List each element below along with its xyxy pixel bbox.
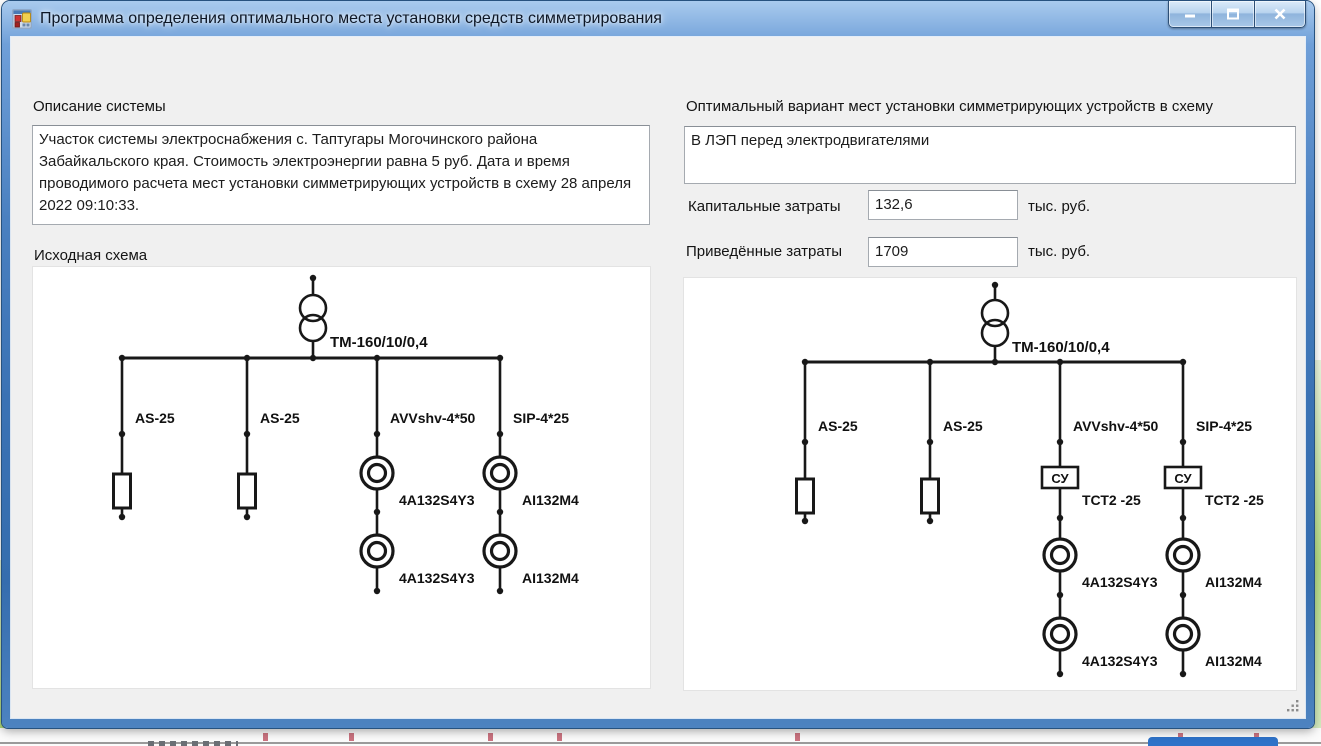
- background-red-mark: [795, 733, 800, 741]
- motor-label: AI132M4: [1205, 653, 1262, 669]
- app-icon: [12, 9, 32, 29]
- cable-label: SIP-4*25: [513, 410, 569, 426]
- reduced-costs-input[interactable]: 1709: [868, 237, 1018, 267]
- cable-label: AS-25: [135, 410, 175, 426]
- transformer-label: ТМ-160/10/0,4: [330, 334, 428, 351]
- branch-line-4: [1165, 362, 1201, 677]
- background-red-mark: [263, 733, 268, 741]
- cable-label: AS-25: [943, 418, 983, 434]
- branch-line-2: [922, 362, 939, 524]
- branch-line-3: [361, 358, 393, 594]
- close-icon: [1273, 7, 1287, 21]
- motor-label: AI132M4: [1205, 574, 1262, 590]
- motor-label: 4A132S4Y3: [399, 570, 475, 586]
- branch-line-2: [239, 358, 256, 520]
- maximize-icon: [1226, 7, 1240, 21]
- su-box-label: СУ: [1051, 471, 1069, 486]
- motor-label: 4A132S4Y3: [1082, 574, 1158, 590]
- su-device-label: ТСТ2 -25: [1205, 492, 1264, 508]
- app-window: Программа определения оптимального места…: [2, 1, 1314, 728]
- source-scheme-label: Исходная схема: [34, 247, 147, 264]
- branch-line-1: [797, 362, 814, 524]
- close-button[interactable]: [1255, 1, 1306, 28]
- capital-costs-unit: тыс. руб.: [1028, 198, 1090, 215]
- optimal-scheme-panel: ТМ-160/10/0,4 AS-25: [684, 278, 1296, 690]
- transformer-symbol: [300, 275, 326, 358]
- source-scheme-diagram: ТМ-160/10/0,4 AS-25: [33, 267, 650, 688]
- caption-buttons: [1168, 1, 1306, 28]
- branch-line-3: [1042, 362, 1078, 677]
- optimal-scheme-diagram: ТМ-160/10/0,4 AS-25: [684, 278, 1296, 690]
- branch-line-4: [484, 358, 516, 594]
- maximize-button[interactable]: [1212, 1, 1255, 28]
- capital-costs-input[interactable]: 132,6: [868, 190, 1018, 220]
- description-textbox[interactable]: Участок системы электроснабжения с. Тапт…: [32, 125, 650, 225]
- cable-label: AVVshv-4*50: [1073, 418, 1159, 434]
- background-blue-strip: [1148, 737, 1278, 746]
- background-red-mark: [488, 733, 493, 741]
- motor-label: 4A132S4Y3: [399, 492, 475, 508]
- client-area: Описание системы Участок системы электро…: [11, 37, 1305, 718]
- cable-label: AS-25: [260, 410, 300, 426]
- su-device-label: ТСТ2 -25: [1082, 492, 1141, 508]
- capital-costs-label: Капитальные затраты: [688, 198, 841, 215]
- su-box-label: СУ: [1174, 471, 1192, 486]
- description-label: Описание системы: [33, 98, 166, 115]
- transformer-label: ТМ-160/10/0,4: [1012, 339, 1110, 356]
- motor-label: AI132M4: [522, 492, 579, 508]
- background-red-mark: [557, 733, 562, 741]
- optimal-variant-label: Оптимальный вариант мест установки симме…: [686, 98, 1213, 115]
- optimal-variant-textbox[interactable]: В ЛЭП перед электродвигателями: [684, 126, 1296, 184]
- branch-line-1: [114, 358, 131, 520]
- minimize-button[interactable]: [1168, 1, 1212, 28]
- cable-label: AS-25: [818, 418, 858, 434]
- resize-grip[interactable]: [1284, 697, 1300, 713]
- minimize-icon: [1183, 7, 1197, 21]
- window-title: Программа определения оптимального места…: [40, 1, 662, 36]
- background-smudge: [148, 741, 238, 746]
- motor-label: AI132M4: [522, 570, 579, 586]
- reduced-costs-label: Приведённые затраты: [686, 243, 842, 260]
- background-document-strip: [0, 728, 1321, 746]
- background-red-mark: [349, 733, 354, 741]
- reduced-costs-unit: тыс. руб.: [1028, 243, 1090, 260]
- transformer-symbol: [982, 282, 1008, 362]
- cable-label: AVVshv-4*50: [390, 410, 476, 426]
- desktop-background: Программа определения оптимального места…: [0, 0, 1321, 746]
- source-scheme-panel: ТМ-160/10/0,4 AS-25: [33, 267, 650, 688]
- titlebar[interactable]: Программа определения оптимального места…: [2, 1, 1314, 37]
- motor-label: 4A132S4Y3: [1082, 653, 1158, 669]
- cable-label: SIP-4*25: [1196, 418, 1252, 434]
